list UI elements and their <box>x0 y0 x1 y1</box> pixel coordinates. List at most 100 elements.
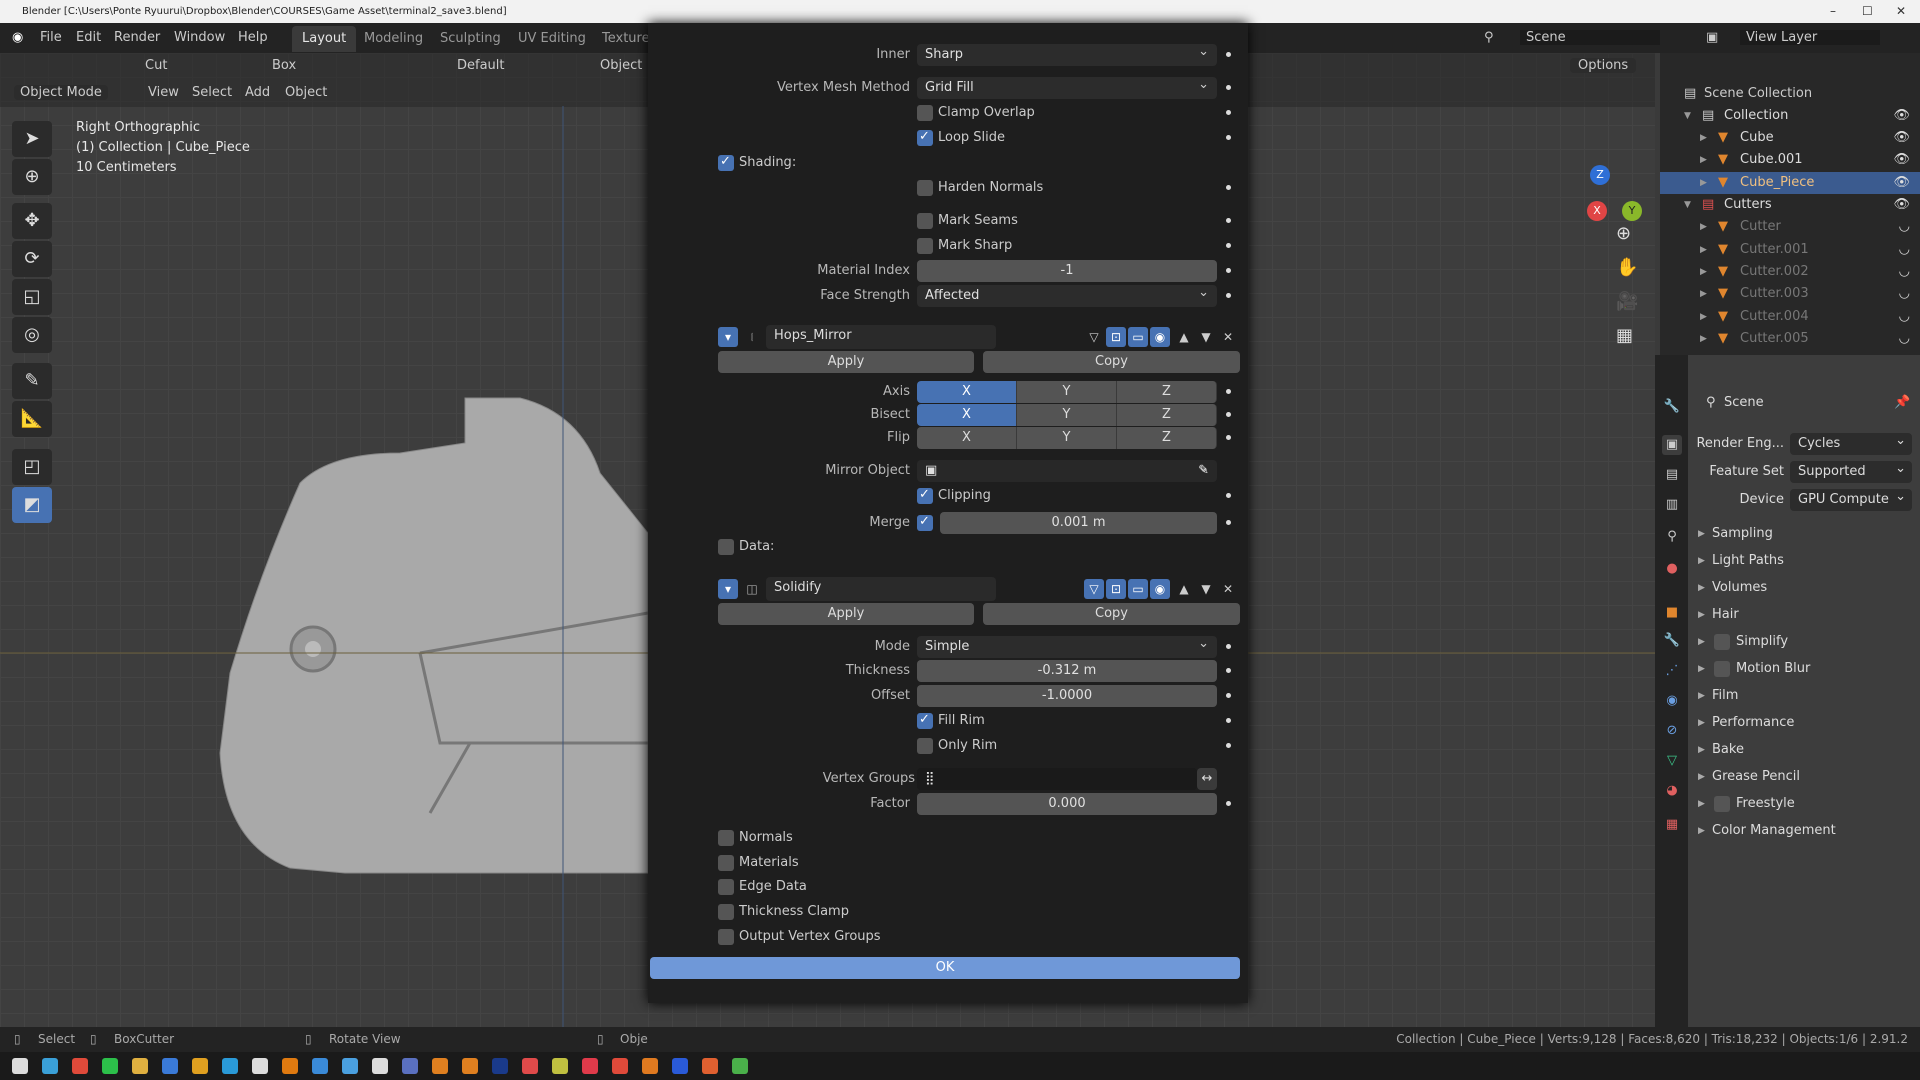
ok-button[interactable]: OK <box>650 957 1240 979</box>
view-layer-selector[interactable]: View Layer <box>1740 30 1880 45</box>
expand-arrow-icon[interactable]: ▶ <box>1700 328 1707 350</box>
excel-taskbar-icon[interactable] <box>732 1058 748 1074</box>
outliner-item-name[interactable]: Cutter.002 <box>1740 261 1809 283</box>
app-taskbar-icon[interactable] <box>252 1058 268 1074</box>
outliner-item[interactable]: ▶ ▼ Cutter.003 ◡ <box>1660 283 1920 305</box>
pan-hand-icon[interactable]: ✋ <box>1616 257 1638 278</box>
eye-icon[interactable]: 👁 <box>1893 172 1910 194</box>
solidify-copy-button[interactable]: Copy <box>983 603 1240 625</box>
maximize-button[interactable]: ☐ <box>1862 0 1873 23</box>
axis-x-toggle[interactable]: X <box>917 381 1017 403</box>
outliner-item[interactable]: ▶ ▼ Cutter.004 ◡ <box>1660 306 1920 328</box>
outliner-item-name[interactable]: Cutter.001 <box>1740 239 1809 261</box>
remove-modifier-icon[interactable]: ✕ <box>1218 579 1238 599</box>
file-explorer-taskbar-icon[interactable] <box>132 1058 148 1074</box>
outliner-item[interactable]: ▼ ▤ Cutters 👁 <box>1660 194 1920 216</box>
expand-arrow-icon[interactable]: ▶ <box>1700 216 1707 238</box>
device-dropdown[interactable]: GPU Compute <box>1790 486 1912 511</box>
texture-tab-icon[interactable]: ▦ <box>1662 815 1682 835</box>
blender-taskbar-icon[interactable] <box>432 1058 448 1074</box>
axis-z-toggle[interactable]: Z <box>1117 381 1217 403</box>
output-tab-icon[interactable]: ▤ <box>1662 465 1682 485</box>
vlc-taskbar-icon[interactable] <box>282 1058 298 1074</box>
move-up-icon[interactable]: ▲ <box>1174 579 1194 599</box>
solidify-modifier-name[interactable]: Solidify <box>774 580 821 595</box>
remove-modifier-icon[interactable]: ✕ <box>1218 327 1238 347</box>
face-strength-dropdown[interactable]: Affected <box>917 282 1217 307</box>
app-taskbar-icon[interactable] <box>612 1058 628 1074</box>
outliner-item[interactable]: ▶ ▼ Cutter.005 ◡ <box>1660 328 1920 350</box>
mode-dropdown[interactable]: Simple <box>917 633 1217 658</box>
edge-data-checkbox[interactable] <box>718 879 734 895</box>
outliner-item-name[interactable]: Cutter.005 <box>1740 328 1809 350</box>
zoom-icon[interactable]: ⊕ <box>1616 223 1631 244</box>
keyframe-dot[interactable] <box>1226 268 1231 273</box>
discord-taskbar-icon[interactable] <box>402 1058 418 1074</box>
keyframe-dot[interactable] <box>1226 135 1231 140</box>
axis-y-toggle[interactable]: Y <box>1017 381 1117 403</box>
harden-normals-checkbox[interactable] <box>917 180 933 196</box>
steam-taskbar-icon[interactable] <box>12 1058 28 1074</box>
outliner-item-name[interactable]: Cutters <box>1724 194 1772 216</box>
solidify-apply-button[interactable]: Apply <box>718 603 974 625</box>
flip-x-toggle[interactable]: X <box>917 427 1017 449</box>
menu-file[interactable]: File <box>40 30 62 45</box>
pin-icon[interactable]: 📌 <box>1894 395 1910 410</box>
mark-seams-checkbox[interactable] <box>917 213 933 229</box>
hidden-eye-icon[interactable]: ◡ <box>1899 239 1910 261</box>
app-taskbar-icon[interactable] <box>522 1058 538 1074</box>
panel-enable-checkbox[interactable] <box>1714 634 1730 650</box>
eye-icon[interactable]: 👁 <box>1893 194 1910 216</box>
edit-mode-cage-icon[interactable]: ▽ <box>1084 327 1104 347</box>
camera-icon[interactable]: 🎥 <box>1616 291 1638 312</box>
viewport-display-icon[interactable]: ▭ <box>1128 579 1148 599</box>
data-tab-icon[interactable]: ▽ <box>1662 751 1682 771</box>
render-camera-icon[interactable]: ◉ <box>1150 327 1170 347</box>
invert-toggle-icon[interactable]: ↔ <box>1197 768 1217 790</box>
hidden-eye-icon[interactable]: ◡ <box>1899 216 1910 238</box>
keyframe-dot[interactable] <box>1226 85 1231 90</box>
keyframe-dot[interactable] <box>1226 218 1231 223</box>
menu-window[interactable]: Window <box>174 30 225 45</box>
outliner-item[interactable]: ▼ ▤ Collection 👁 <box>1660 105 1920 127</box>
edit-mode-cage-icon[interactable]: ▽ <box>1084 579 1104 599</box>
keyframe-dot[interactable] <box>1226 644 1231 649</box>
green-app-taskbar-icon[interactable] <box>102 1058 118 1074</box>
render-engine-dropdown[interactable]: Cycles <box>1790 430 1912 455</box>
world-tab-icon[interactable]: ● <box>1662 559 1682 579</box>
mark-sharp-checkbox[interactable] <box>917 238 933 254</box>
normals-checkbox[interactable] <box>718 830 734 846</box>
scene-tab-icon[interactable]: ⚲ <box>1662 527 1682 547</box>
outliner-item-name[interactable]: Cutter.003 <box>1740 283 1809 305</box>
outliner-item-name[interactable]: Cube_Piece <box>1740 172 1814 194</box>
blender-logo-icon[interactable]: ◉ <box>12 30 23 45</box>
bisect-z-toggle[interactable]: Z <box>1117 404 1217 426</box>
panel-enable-checkbox[interactable] <box>1714 661 1730 677</box>
word-taskbar-icon[interactable] <box>672 1058 688 1074</box>
object-tab-icon[interactable]: ■ <box>1662 603 1682 623</box>
eyedropper-icon[interactable]: ✎ <box>1198 460 1209 482</box>
keyframe-dot[interactable] <box>1226 243 1231 248</box>
flip-y-toggle[interactable]: Y <box>1017 427 1117 449</box>
keyframe-dot[interactable] <box>1226 801 1231 806</box>
modifier-tab-icon[interactable]: 🔧 <box>1662 631 1682 651</box>
keyframe-dot[interactable] <box>1226 718 1231 723</box>
app-taskbar-icon[interactable] <box>552 1058 568 1074</box>
scene-selector[interactable]: Scene <box>1520 30 1660 45</box>
outliner-item-name[interactable]: Cube <box>1740 127 1774 149</box>
outliner-item[interactable]: ▶ ▼ Cutter ◡ <box>1660 216 1920 238</box>
blender-alt-taskbar-icon[interactable] <box>462 1058 478 1074</box>
grid-icon[interactable]: ▦ <box>1616 325 1633 346</box>
gizmo-x-axis[interactable]: X <box>1587 201 1607 221</box>
obs-taskbar-icon[interactable] <box>372 1058 388 1074</box>
expand-arrow-icon[interactable]: ▶ <box>1700 239 1707 261</box>
mirror-object-field[interactable]: ▣ ✎ <box>917 457 1217 482</box>
keyframe-dot[interactable] <box>1226 52 1231 57</box>
outliner-item-name[interactable]: Cube.001 <box>1740 149 1803 171</box>
outliner-item[interactable]: ▶ ▼ Cutter.002 ◡ <box>1660 261 1920 283</box>
close-window-button[interactable]: ✕ <box>1896 0 1906 23</box>
viewport-display-icon[interactable]: ▭ <box>1128 327 1148 347</box>
keyframe-dot[interactable] <box>1226 493 1231 498</box>
merge-distance-field[interactable]: 0.001 m <box>940 512 1217 534</box>
data-checkbox[interactable] <box>718 539 734 555</box>
